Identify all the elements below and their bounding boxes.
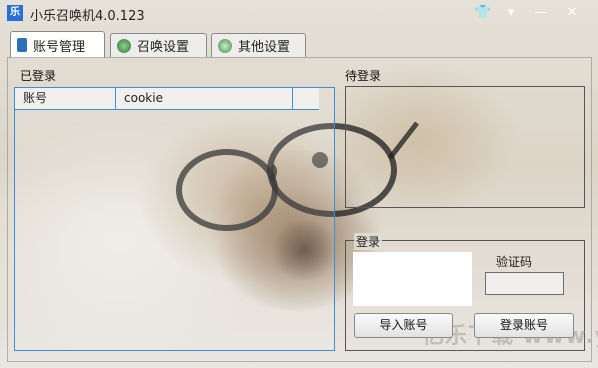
app-logo-icon: 乐 <box>7 5 23 21</box>
tab-other-settings[interactable]: 其他设置 <box>211 33 306 57</box>
captcha-input[interactable] <box>485 272 564 295</box>
pending-accounts-list[interactable] <box>345 86 585 208</box>
menu-icon[interactable]: ▾ <box>501 4 521 22</box>
login-group-legend: 登录 <box>354 233 383 250</box>
tools-icon <box>218 38 232 53</box>
logged-in-accounts-grid[interactable]: 账号 cookie <box>14 87 335 351</box>
minimize-icon[interactable]: — <box>531 4 551 22</box>
import-accounts-button[interactable]: 导入账号 <box>354 313 453 338</box>
tab-label: 账号管理 <box>33 39 86 55</box>
account-icon <box>17 38 27 52</box>
column-header-empty <box>293 88 319 109</box>
tab-account-management[interactable]: 账号管理 <box>10 31 105 58</box>
logged-in-label: 已登录 <box>20 69 57 83</box>
column-header-cookie[interactable]: cookie <box>116 88 293 109</box>
window-title: 小乐召唤机4.0.123 <box>30 9 145 24</box>
tab-label: 召唤设置 <box>137 40 190 55</box>
column-header-account[interactable]: 账号 <box>15 88 116 109</box>
skin-icon[interactable]: 👕 <box>473 4 493 22</box>
qr-code-area <box>353 252 472 306</box>
close-icon[interactable]: ✕ <box>562 4 582 22</box>
title-bar: 乐 小乐召唤机4.0.123 👕 ▾ — ✕ <box>0 0 598 28</box>
login-account-button[interactable]: 登录账号 <box>474 313 574 338</box>
pending-label: 待登录 <box>345 69 382 83</box>
grid-header: 账号 cookie <box>15 88 319 110</box>
tab-label: 其他设置 <box>238 40 291 55</box>
tab-summon-settings[interactable]: 召唤设置 <box>110 33 207 57</box>
summon-icon <box>117 38 131 53</box>
captcha-label: 验证码 <box>496 255 533 269</box>
app-window: 乐 小乐召唤机4.0.123 👕 ▾ — ✕ 账号管理 召唤设置 其他设置 已登… <box>0 0 598 368</box>
